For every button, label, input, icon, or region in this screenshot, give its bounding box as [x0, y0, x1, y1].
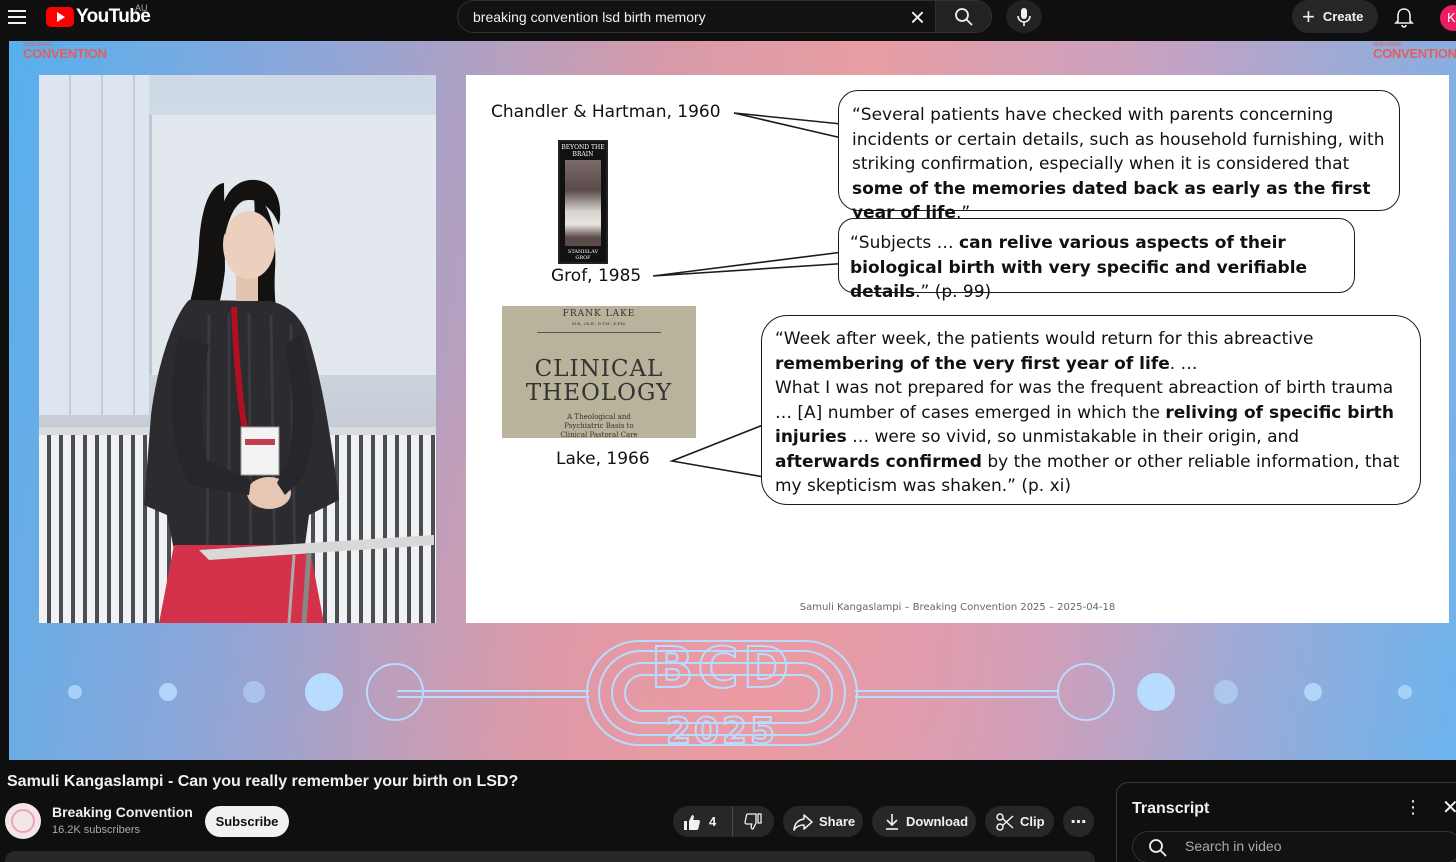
- account-avatar[interactable]: K: [1440, 5, 1456, 31]
- quote-text: “Week after week, the patients would ret…: [775, 329, 1314, 349]
- share-icon: [793, 813, 813, 831]
- quote-bubble-lake: “Week after week, the patients would ret…: [761, 315, 1421, 505]
- share-label: Share: [819, 814, 856, 829]
- country-code: AU: [135, 3, 148, 13]
- create-button[interactable]: + Create: [1292, 0, 1378, 33]
- like-dislike-group: 4: [673, 806, 774, 837]
- quote-emphasis: remembering of the very first year of li…: [775, 353, 1170, 374]
- transcript-title: Transcript: [1132, 800, 1210, 817]
- quote-bubble-chandler: “Several patients have checked with pare…: [838, 90, 1400, 223]
- scissors-icon: [996, 812, 1014, 831]
- subscribe-button[interactable]: Subscribe: [205, 806, 289, 837]
- voice-search-button[interactable]: [1006, 0, 1042, 33]
- channel-name[interactable]: Breaking Convention: [52, 804, 193, 820]
- corner-logo-line2: CONVENTION: [1373, 46, 1456, 61]
- search-button[interactable]: [935, 0, 992, 33]
- thumbs-down-icon: [744, 812, 762, 830]
- quote-text: “Subjects …: [850, 233, 960, 253]
- like-count: 4: [709, 814, 717, 829]
- speaker-figure: [144, 179, 434, 623]
- clear-search-icon[interactable]: ×: [910, 4, 925, 30]
- corner-logo-line2: CONVENTION: [23, 46, 107, 61]
- search-input[interactable]: breaking convention lsd birth memory ×: [457, 0, 935, 33]
- download-button[interactable]: Download: [872, 806, 976, 837]
- channel-avatar[interactable]: [5, 803, 41, 839]
- quote-bubble-grof: “Subjects … can relive various aspects o…: [838, 218, 1355, 302]
- slide-footer: Samuli Kangaslampi – Breaking Convention…: [799, 602, 1116, 613]
- clip-button[interactable]: Clip: [985, 806, 1054, 837]
- event-logo-year: 2025: [666, 711, 778, 752]
- plus-icon: +: [1302, 3, 1315, 29]
- youtube-logo[interactable]: YouTube AU: [46, 3, 151, 28]
- presentation-slide: Chandler & Hartman, 1960 BEYOND THE BRAI…: [466, 75, 1449, 623]
- quote-text: “Several patients have checked with pare…: [852, 105, 1385, 174]
- event-logo-banner: BCD 2025: [68, 635, 1412, 753]
- microphone-icon: [1017, 7, 1031, 26]
- channel-logo-icon: [11, 809, 35, 833]
- transcript-search-input[interactable]: [1185, 838, 1445, 854]
- corner-logo-line1: BREAKING: [1373, 42, 1403, 48]
- download-icon: [886, 813, 898, 830]
- share-button[interactable]: Share: [783, 806, 863, 837]
- top-bar: YouTube AU breaking convention lsd birth…: [0, 0, 1456, 41]
- video-title: Samuli Kangaslampi - Can you really reme…: [7, 773, 519, 790]
- subscriber-count: 16.2K subscribers: [52, 824, 141, 836]
- transcript-panel: Transcript ⋮ ✕: [1116, 782, 1456, 862]
- like-button[interactable]: 4: [673, 806, 733, 837]
- event-logo-letters: BCD: [651, 636, 793, 701]
- quote-emphasis: afterwards confirmed: [775, 451, 982, 472]
- more-actions-button[interactable]: ⋯: [1063, 806, 1094, 837]
- search-icon: [1149, 839, 1167, 857]
- video-player[interactable]: BREAKING CONVENTION BREAKING CONVENTION: [9, 41, 1456, 760]
- close-icon[interactable]: ✕: [1442, 795, 1456, 820]
- corner-logo-left: BREAKING CONVENTION: [23, 42, 107, 60]
- corner-logo-line1: BREAKING: [23, 42, 53, 48]
- thumbs-up-icon: [684, 814, 700, 830]
- search-icon: [954, 7, 973, 26]
- description-box-edge[interactable]: [5, 851, 1095, 862]
- create-label: Create: [1322, 9, 1364, 24]
- transcript-more-icon[interactable]: ⋮: [1404, 797, 1422, 818]
- menu-icon[interactable]: [6, 6, 28, 28]
- download-label: Download: [906, 814, 969, 829]
- clip-label: Clip: [1020, 814, 1045, 829]
- quote-text: . …: [1169, 353, 1198, 374]
- transcript-search-field[interactable]: [1132, 831, 1456, 862]
- search-query[interactable]: breaking convention lsd birth memory: [473, 9, 706, 25]
- corner-logo-right: BREAKING CONVENTION: [1373, 42, 1456, 60]
- quote-text: .” (p. 99): [915, 282, 992, 302]
- speaker-camera-feed: [39, 75, 436, 623]
- quote-text: … were so vivid, so unmistakable in thei…: [846, 427, 1300, 447]
- notifications-bell-icon[interactable]: [1392, 6, 1416, 30]
- youtube-play-icon: [46, 7, 74, 27]
- dislike-button[interactable]: [733, 806, 773, 837]
